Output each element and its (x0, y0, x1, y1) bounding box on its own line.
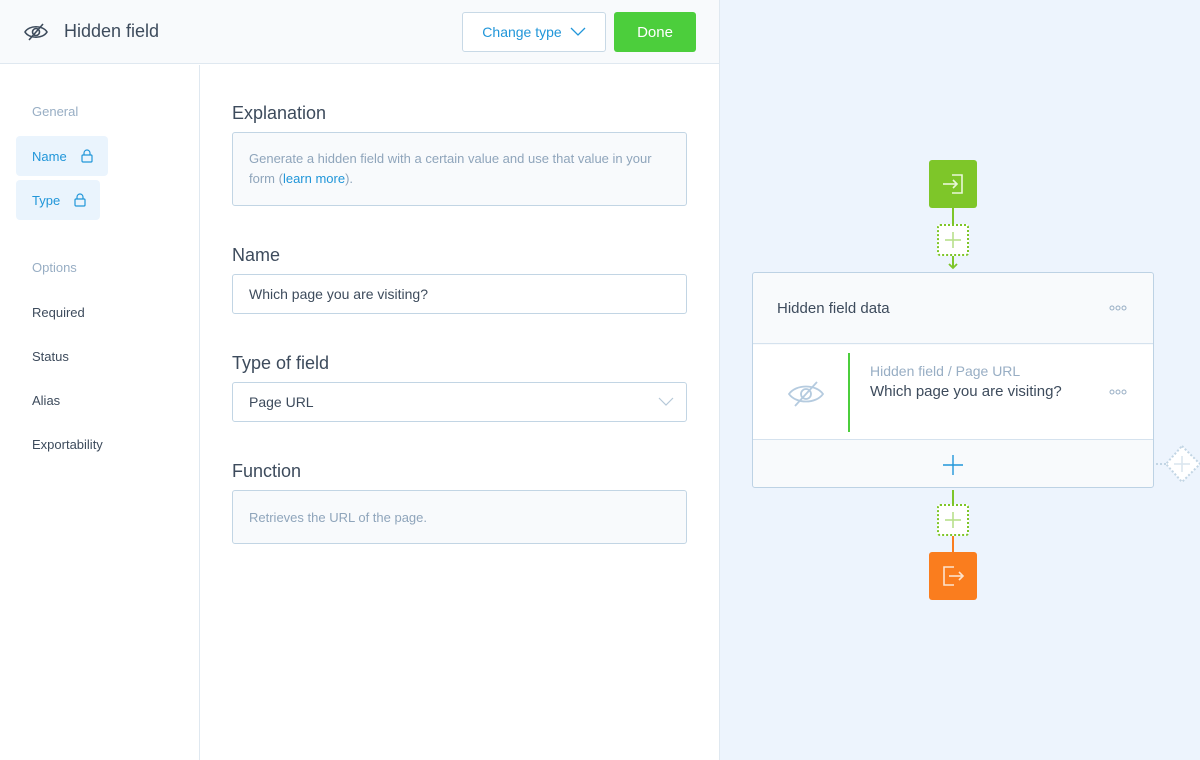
eye-slash-icon (24, 23, 48, 41)
learn-more-link[interactable]: learn more (283, 171, 345, 186)
field-name: Which page you are visiting? (870, 383, 1062, 400)
arrow-down-icon (948, 256, 958, 270)
connector-line (952, 536, 954, 552)
field-item[interactable]: Hidden field / Page URL Which page you a… (753, 345, 1153, 440)
sidebar-item-alias[interactable]: Alias (32, 393, 60, 408)
block-header[interactable]: Hidden field data (753, 273, 1153, 344)
field-status-bar (848, 353, 850, 432)
change-type-label: Change type (482, 24, 562, 40)
sidebar-item-required[interactable]: Required (32, 305, 85, 320)
block-title: Hidden field data (777, 300, 890, 317)
change-type-button[interactable]: Change type (462, 12, 606, 52)
add-step-button[interactable] (937, 504, 969, 536)
connector-line (952, 208, 954, 224)
panel-title: Hidden field (64, 21, 160, 41)
header: Hidden field Change type Done (0, 0, 719, 64)
explanation-suffix: ). (345, 171, 354, 186)
sign-out-icon (943, 566, 965, 586)
plus-icon (945, 512, 961, 528)
function-text: Retrieves the URL of the page. (249, 510, 428, 525)
function-label: Function (232, 461, 302, 481)
start-node[interactable] (929, 160, 977, 208)
field-type-path: Hidden field / Page URL (870, 363, 1021, 379)
sidebar-item-exportability[interactable]: Exportability (32, 437, 103, 452)
sidebar-item-name[interactable]: Name (16, 136, 108, 176)
type-label: Type of field (232, 353, 330, 373)
type-select-value: Page URL (249, 394, 314, 410)
function-box: Retrieves the URL of the page. (232, 490, 687, 544)
add-branch-button[interactable] (1156, 444, 1200, 484)
lock-icon (81, 149, 93, 163)
explanation-box: Generate a hidden field with a certain v… (232, 132, 687, 206)
type-select[interactable]: Page URL (232, 382, 687, 422)
sidebar: General Name Type Options Required Statu… (0, 65, 200, 760)
add-step-button[interactable] (937, 224, 969, 256)
explanation-label: Explanation (232, 103, 327, 123)
sidebar-section-options: Options (32, 260, 77, 275)
sign-in-icon (943, 174, 963, 194)
more-options-icon[interactable] (1109, 305, 1127, 311)
more-options-icon[interactable] (1109, 389, 1127, 395)
editor-panel: Hidden field Change type Done General Na… (0, 0, 720, 760)
done-button[interactable]: Done (614, 12, 696, 52)
eye-slash-icon (787, 381, 825, 407)
plus-icon (945, 232, 961, 248)
lock-icon (74, 193, 86, 207)
add-field-button[interactable] (753, 441, 1153, 488)
chevron-down-icon (570, 27, 586, 36)
sidebar-section-general: General (32, 104, 79, 119)
sidebar-item-type[interactable]: Type (16, 180, 100, 220)
sidebar-item-status[interactable]: Status (32, 349, 69, 364)
flow-canvas: Hidden field data Hidden field / Page UR… (720, 0, 1200, 760)
block-card: Hidden field data Hidden field / Page UR… (752, 272, 1154, 488)
sidebar-item-label: Name (32, 148, 67, 164)
end-node[interactable] (929, 552, 977, 600)
sidebar-item-label: Type (32, 192, 61, 208)
name-input[interactable]: Which page you are visiting? (232, 274, 687, 314)
connector-line (952, 490, 954, 504)
name-label: Name (232, 245, 281, 265)
chevron-down-icon (658, 397, 674, 406)
plus-icon (943, 454, 963, 475)
